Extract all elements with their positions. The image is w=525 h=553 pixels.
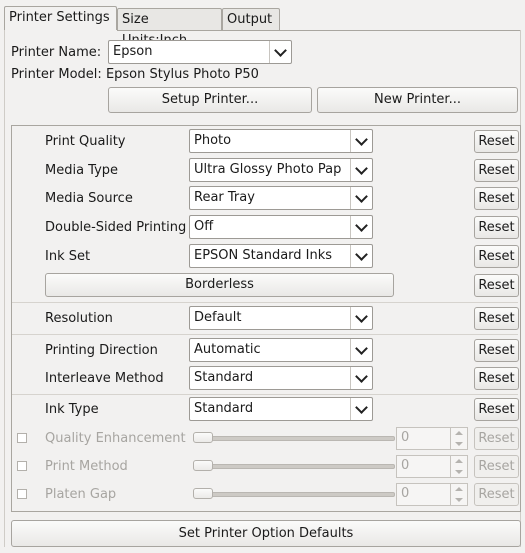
chevron-down-icon <box>350 187 372 209</box>
option-label: Ink Set <box>45 249 91 264</box>
printer-model-label: Printer Model: Epson Stylus Photo P50 <box>11 67 259 82</box>
media-type-select[interactable]: Ultra Glossy Photo Pap <box>189 158 373 182</box>
option-label: Double-Sided Printing <box>45 220 187 235</box>
set-printer-option-defaults-button[interactable]: Set Printer Option Defaults <box>11 520 521 547</box>
tab-label: Printer Settings <box>9 10 110 25</box>
reset-button[interactable]: Reset <box>474 427 519 450</box>
tab-output[interactable]: Output <box>222 8 280 30</box>
spinner-value: 0 <box>401 430 410 445</box>
reset-button[interactable]: Reset <box>474 339 519 362</box>
chevron-down-icon <box>350 245 372 267</box>
spinner-arrows-icon <box>450 484 467 505</box>
reset-button[interactable]: Reset <box>474 216 519 239</box>
spinner-value: 0 <box>401 458 410 473</box>
interleave-method-select[interactable]: Standard <box>189 366 373 390</box>
slider-track <box>193 492 395 497</box>
platen-gap-checkbox[interactable] <box>17 489 27 499</box>
spinner-value: 0 <box>401 486 410 501</box>
chevron-down-icon <box>350 398 372 420</box>
chevron-down-icon <box>269 41 291 63</box>
tab-underline <box>117 30 521 31</box>
tab-printer-settings[interactable]: Printer Settings <box>4 6 117 30</box>
select-value: Off <box>194 219 214 234</box>
reset-button[interactable]: Reset <box>474 274 519 297</box>
chevron-down-icon <box>350 339 372 361</box>
select-value: Ultra Glossy Photo Pap <box>194 162 342 177</box>
option-label: Print Method <box>45 459 128 474</box>
resolution-select[interactable]: Default <box>189 306 373 330</box>
platen-gap-slider[interactable] <box>193 488 213 499</box>
select-value: Photo <box>194 133 232 148</box>
select-value: Default <box>194 310 242 325</box>
printer-name-select[interactable]: Epson <box>108 40 292 64</box>
media-source-select[interactable]: Rear Tray <box>189 186 373 210</box>
option-label: Interleave Method <box>45 371 164 386</box>
chevron-down-icon <box>350 307 372 329</box>
divider <box>12 302 518 303</box>
reset-button[interactable]: Reset <box>474 367 519 390</box>
tab-size-units[interactable]: Size Units:Inch <box>117 8 222 48</box>
chevron-down-icon <box>350 367 372 389</box>
reset-button[interactable]: Reset <box>474 455 519 478</box>
printer-name-value: Epson <box>113 44 153 59</box>
option-label: Resolution <box>45 311 113 326</box>
printer-model-key: Printer Model: <box>11 67 102 82</box>
reset-button[interactable]: Reset <box>474 483 519 506</box>
option-label: Media Type <box>45 163 119 178</box>
select-value: Automatic <box>194 342 261 357</box>
reset-button[interactable]: Reset <box>474 159 519 182</box>
divider <box>12 334 518 335</box>
print-method-checkbox[interactable] <box>17 461 27 471</box>
frame-border <box>4 30 5 547</box>
option-label: Ink Type <box>45 402 99 417</box>
reset-button[interactable]: Reset <box>474 245 519 268</box>
option-label: Print Quality <box>45 134 126 149</box>
reset-button[interactable]: Reset <box>474 307 519 330</box>
option-label: Printing Direction <box>45 343 158 358</box>
chevron-down-icon <box>350 130 372 152</box>
spinner-arrows-icon <box>450 428 467 449</box>
printing-direction-select[interactable]: Automatic <box>189 338 373 362</box>
select-value: EPSON Standard Inks <box>194 248 333 263</box>
printer-name-label: Printer Name: <box>11 45 102 60</box>
select-value: Standard <box>194 401 254 416</box>
option-label: Quality Enhancement <box>45 431 186 446</box>
slider-track <box>193 436 395 441</box>
reset-button[interactable]: Reset <box>474 187 519 210</box>
printer-model-value: Epson Stylus Photo P50 <box>105 67 259 82</box>
quality-enhancement-spinner[interactable]: 0 <box>396 427 468 450</box>
option-label: Media Source <box>45 191 133 206</box>
chevron-down-icon <box>350 159 372 181</box>
print-method-slider[interactable] <box>193 460 213 471</box>
select-value: Standard <box>194 370 254 385</box>
ink-type-select[interactable]: Standard <box>189 397 373 421</box>
quality-enhancement-checkbox[interactable] <box>17 433 27 443</box>
slider-track <box>193 464 395 469</box>
print-quality-select[interactable]: Photo <box>189 129 373 153</box>
reset-button[interactable]: Reset <box>474 398 519 421</box>
option-label: Platen Gap <box>45 487 117 502</box>
platen-gap-spinner[interactable]: 0 <box>396 483 468 506</box>
ink-set-select[interactable]: EPSON Standard Inks <box>189 244 373 268</box>
borderless-toggle-button[interactable]: Borderless <box>45 273 394 297</box>
spinner-arrows-icon <box>450 456 467 477</box>
print-method-spinner[interactable]: 0 <box>396 455 468 478</box>
quality-enhancement-slider[interactable] <box>193 432 213 443</box>
select-value: Rear Tray <box>194 190 255 205</box>
new-printer-button[interactable]: New Printer... <box>317 87 518 113</box>
chevron-down-icon <box>350 216 372 238</box>
divider <box>12 394 518 395</box>
setup-printer-button[interactable]: Setup Printer... <box>108 87 312 113</box>
double-sided-select[interactable]: Off <box>189 215 373 239</box>
reset-button[interactable]: Reset <box>474 130 519 153</box>
tab-label: Output <box>227 12 273 27</box>
